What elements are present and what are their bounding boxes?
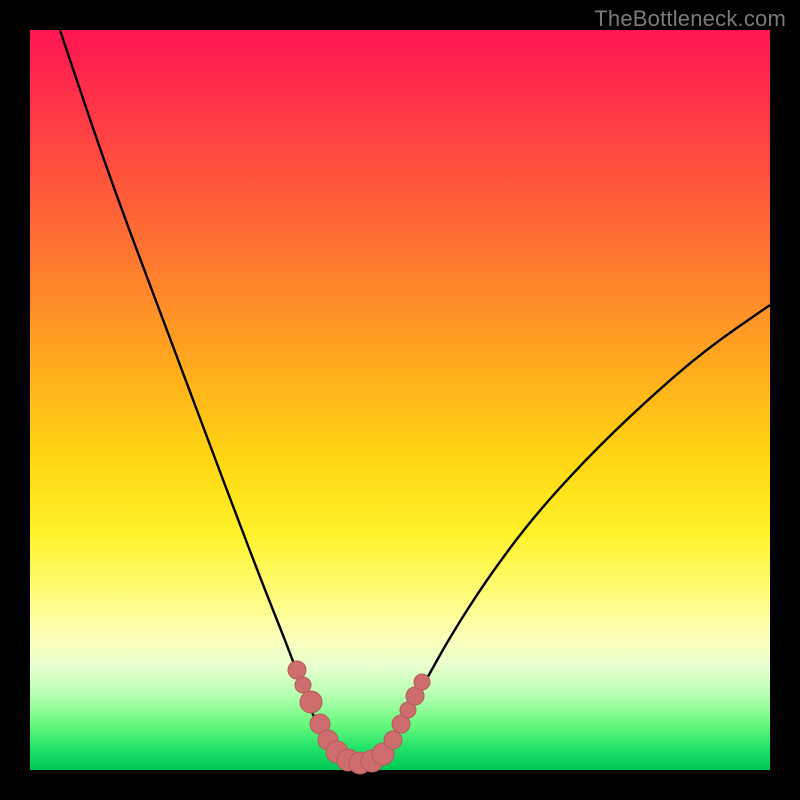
- scatter-dot: [288, 661, 306, 679]
- scatter-dot: [414, 674, 430, 690]
- watermark-text: TheBottleneck.com: [594, 6, 786, 32]
- scatter-dot: [384, 731, 402, 749]
- left-curve-path: [60, 30, 340, 755]
- scatter-dot: [295, 677, 311, 693]
- chart-svg: [30, 30, 770, 770]
- right-curve-path: [380, 305, 770, 755]
- scatter-dots-group: [288, 661, 430, 774]
- scatter-dot: [300, 691, 322, 713]
